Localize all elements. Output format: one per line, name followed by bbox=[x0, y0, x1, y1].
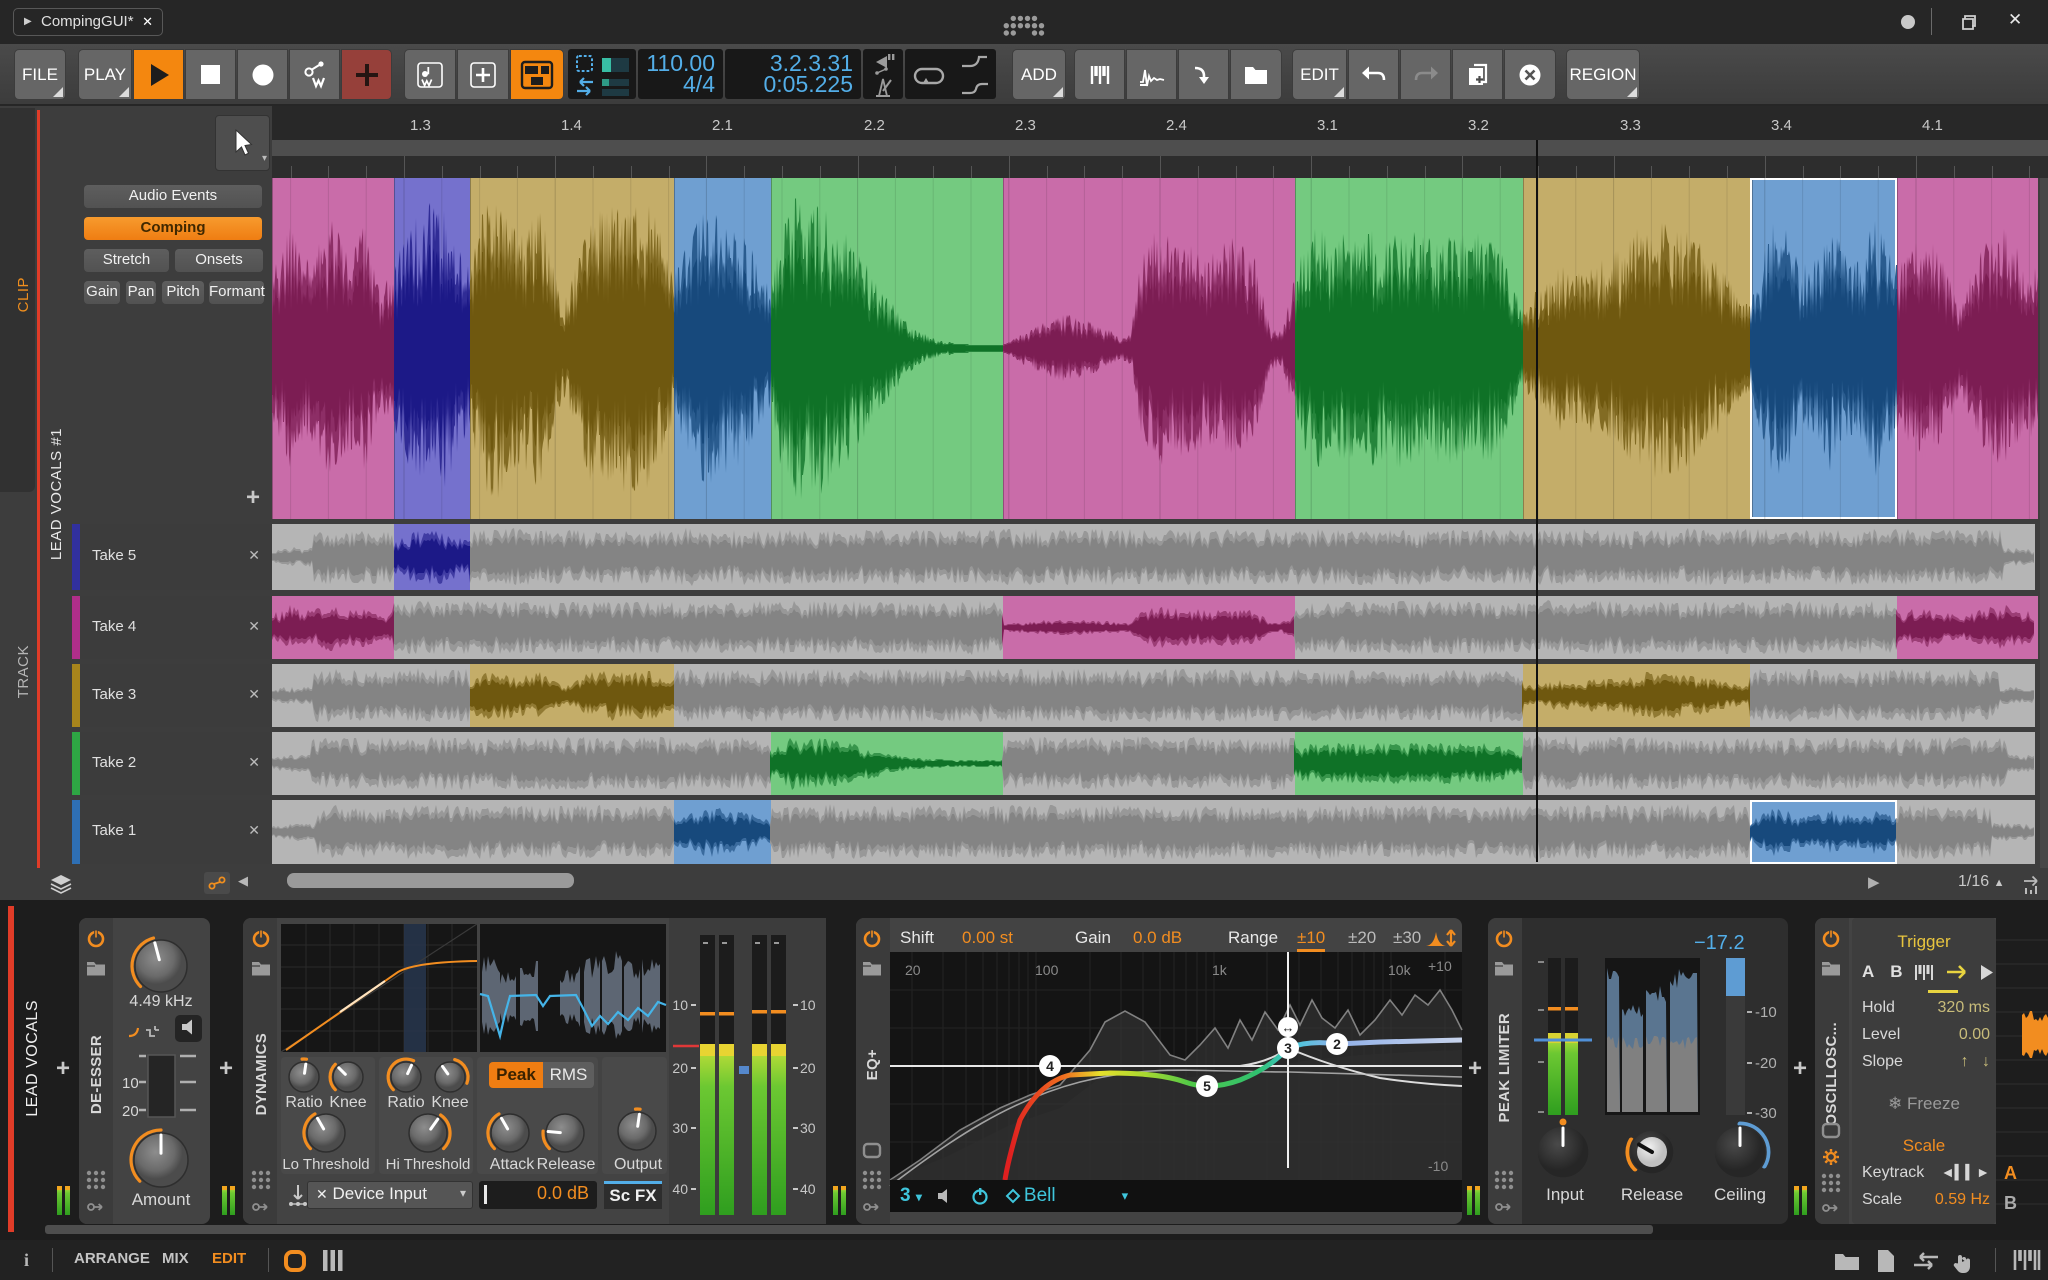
svg-text:4: 4 bbox=[1046, 1058, 1054, 1074]
svg-text:↔: ↔ bbox=[1282, 1020, 1295, 1035]
svg-text:20: 20 bbox=[800, 1060, 816, 1076]
svg-text:5: 5 bbox=[1203, 1078, 1211, 1094]
svg-text:10: 10 bbox=[800, 997, 816, 1013]
svg-text:-10: -10 bbox=[1755, 1004, 1777, 1021]
svg-text:-20: -20 bbox=[1755, 1055, 1777, 1072]
svg-text:40: 40 bbox=[800, 1181, 816, 1197]
svg-text:10: 10 bbox=[672, 997, 688, 1013]
svg-text:40: 40 bbox=[672, 1181, 688, 1197]
svg-text:30: 30 bbox=[800, 1120, 816, 1136]
svg-text:3: 3 bbox=[1284, 1040, 1292, 1056]
svg-text:30: 30 bbox=[672, 1120, 688, 1136]
svg-text:20: 20 bbox=[672, 1060, 688, 1076]
svg-text:2: 2 bbox=[1333, 1036, 1341, 1052]
svg-text:-30: -30 bbox=[1755, 1105, 1777, 1122]
